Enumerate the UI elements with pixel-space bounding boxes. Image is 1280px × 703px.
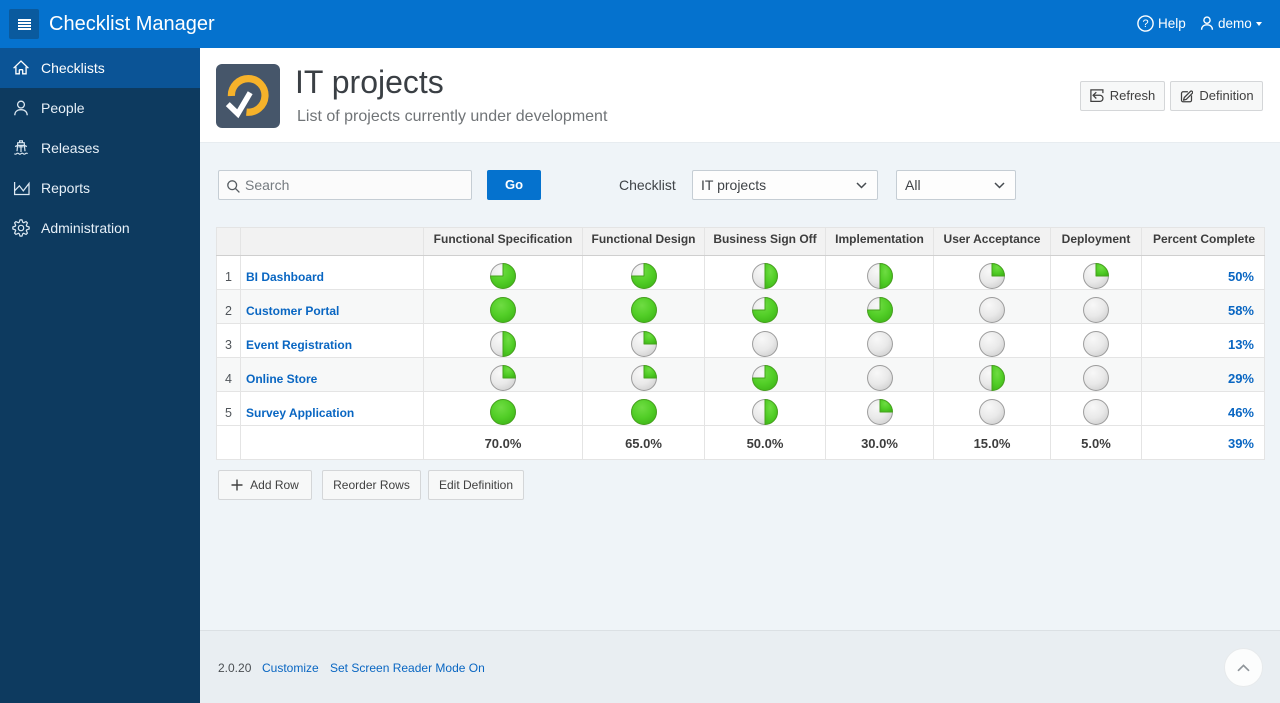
svg-text:?: ?	[1142, 18, 1148, 30]
